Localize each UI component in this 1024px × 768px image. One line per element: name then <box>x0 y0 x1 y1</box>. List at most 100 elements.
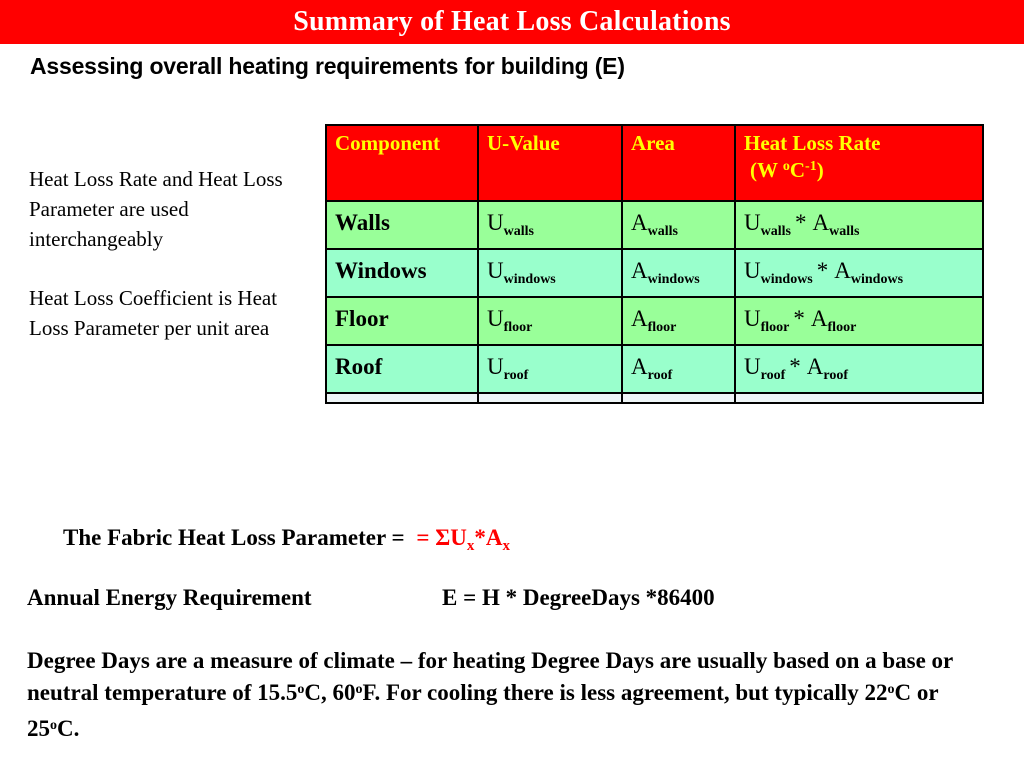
rate-u-subscript: windows <box>760 272 813 287</box>
heat-loss-table: Component U-Value Area Heat Loss Rate (W… <box>325 124 984 404</box>
table-row-clipped <box>325 392 984 404</box>
cell-component: Roof <box>325 344 479 394</box>
rate-u-base: U <box>744 210 761 235</box>
cell-component: Floor <box>325 296 479 346</box>
cell-u-value: Uwalls <box>477 200 623 250</box>
u-subscript: roof <box>503 368 529 383</box>
degree-days-text-5: C. <box>57 716 80 741</box>
unit-exponent-sup: -1 <box>805 159 817 174</box>
fabric-heat-loss-parameter-equation: The Fabric Heat Loss Parameter = = ΣUx*A… <box>63 525 510 554</box>
a-subscript: walls <box>647 224 678 239</box>
a-subscript: floor <box>647 320 677 335</box>
u-base: U <box>487 306 504 331</box>
table-row: Floor Ufloor Afloor Ufloor * Afloor <box>325 296 984 346</box>
a-symbol: Awalls <box>631 210 678 239</box>
u-subscript: floor <box>503 320 533 335</box>
u-base: U <box>487 258 504 283</box>
multiply-operator: * <box>816 258 829 283</box>
table-header: Component U-Value Area Heat Loss Rate (W… <box>325 124 984 202</box>
rate-a-subscript: walls <box>829 224 860 239</box>
fabric-formula: = ΣUx*Ax <box>410 525 510 554</box>
cell-heat-loss-rate: Uwalls * Awalls <box>734 200 984 250</box>
table-row: Windows Uwindows Awindows Uwindows * Awind… <box>325 248 984 298</box>
unit-degree-sup: o <box>782 159 790 174</box>
degree-sup-3: o <box>887 682 895 697</box>
u-symbol: Uwindows <box>487 258 556 287</box>
fabric-formula-sub-u: x <box>466 538 475 554</box>
header-heat-loss-rate: Heat Loss Rate (W oC-1) <box>734 124 984 202</box>
degree-sup-4: o <box>50 718 57 733</box>
rate-u-base: U <box>744 306 761 331</box>
cell-empty <box>477 392 623 404</box>
table-header-row: Component U-Value Area Heat Loss Rate (W… <box>325 124 984 202</box>
a-base: A <box>631 210 648 235</box>
header-u-value: U-Value <box>477 124 623 202</box>
table-row: Walls Uwalls Awalls Uwalls * Awalls <box>325 200 984 250</box>
header-area: Area <box>621 124 736 202</box>
u-symbol: Ufloor <box>487 306 532 335</box>
a-base: A <box>631 354 648 379</box>
multiply-operator: * <box>794 210 807 235</box>
cell-empty <box>621 392 736 404</box>
annual-energy-requirement-equation: Annual Energy Requirement E = H * DegreeD… <box>27 585 977 611</box>
a-symbol: Awindows <box>631 258 700 287</box>
cell-empty <box>325 392 479 404</box>
cell-component: Walls <box>325 200 479 250</box>
rate-a-symbol: Aroof <box>807 354 848 383</box>
header-component: Component <box>325 124 479 202</box>
u-symbol: Uwalls <box>487 210 534 239</box>
header-u-value-label: U-Value <box>487 131 560 155</box>
cell-u-value: Uroof <box>477 344 623 394</box>
fabric-formula-mid: *A <box>474 525 503 550</box>
unit-prefix: (W <box>750 158 783 182</box>
annual-formula: E = H * DegreeDays *86400 <box>442 585 715 610</box>
a-base: A <box>631 306 648 331</box>
cell-area: Awalls <box>621 200 736 250</box>
rate-a-subscript: floor <box>827 320 857 335</box>
rate-a-base: A <box>810 306 828 331</box>
note-heat-loss-coefficient: Heat Loss Coefficient is Heat Loss Param… <box>29 286 278 340</box>
rate-a-symbol: Afloor <box>810 306 856 335</box>
multiply-operator: * <box>789 354 801 379</box>
cell-u-value: Uwindows <box>477 248 623 298</box>
a-subscript: roof <box>647 368 673 383</box>
fabric-formula-sub-a: x <box>502 538 511 554</box>
rate-a-subscript: roof <box>823 368 848 383</box>
u-symbol: Uroof <box>487 354 528 383</box>
cell-heat-loss-rate: Uroof * Aroof <box>734 344 984 394</box>
fabric-label: The Fabric Heat Loss Parameter = <box>63 525 411 550</box>
rate-u-base: U <box>744 354 761 379</box>
degree-sup-1: o <box>297 682 305 697</box>
rate-a-symbol: Awalls <box>812 210 859 239</box>
cell-component: Windows <box>325 248 479 298</box>
rate-u-subscript: roof <box>760 368 786 383</box>
u-base: U <box>487 354 504 379</box>
rate-a-base: A <box>812 210 830 235</box>
cell-area: Aroof <box>621 344 736 394</box>
a-symbol: Afloor <box>631 306 676 335</box>
title-bar: Summary of Heat Loss Calculations <box>0 0 1024 44</box>
unit-suffix: ) <box>816 158 824 182</box>
cell-heat-loss-rate: Uwindows * Awindows <box>734 248 984 298</box>
cell-area: Afloor <box>621 296 736 346</box>
header-area-label: Area <box>631 131 675 155</box>
fabric-formula-prefix: = ΣU <box>416 525 467 550</box>
u-subscript: windows <box>503 272 556 287</box>
rate-u-symbol: Ufloor <box>744 306 789 335</box>
degree-days-paragraph: Degree Days are a measure of climate – f… <box>27 645 962 749</box>
u-base: U <box>487 210 504 235</box>
annual-label: Annual Energy Requirement <box>27 585 312 610</box>
rate-u-subscript: walls <box>760 224 791 239</box>
degree-days-text-3: F. For cooling there is less agreement, … <box>362 680 888 705</box>
header-heat-loss-rate-label: Heat Loss Rate <box>744 131 881 155</box>
rate-a-subscript: windows <box>850 272 904 287</box>
rate-u-symbol: Uwindows <box>744 258 813 287</box>
cell-area: Awindows <box>621 248 736 298</box>
rate-u-symbol: Uroof <box>744 354 785 383</box>
note-heat-loss-rate: Heat Loss Rate and Heat Loss Parameter a… <box>29 167 283 251</box>
rate-u-base: U <box>744 258 761 283</box>
cell-empty <box>734 392 984 404</box>
cell-u-value: Ufloor <box>477 296 623 346</box>
a-symbol: Aroof <box>631 354 672 383</box>
table-row: Roof Uroof Aroof Uroof * Aroof <box>325 344 984 394</box>
